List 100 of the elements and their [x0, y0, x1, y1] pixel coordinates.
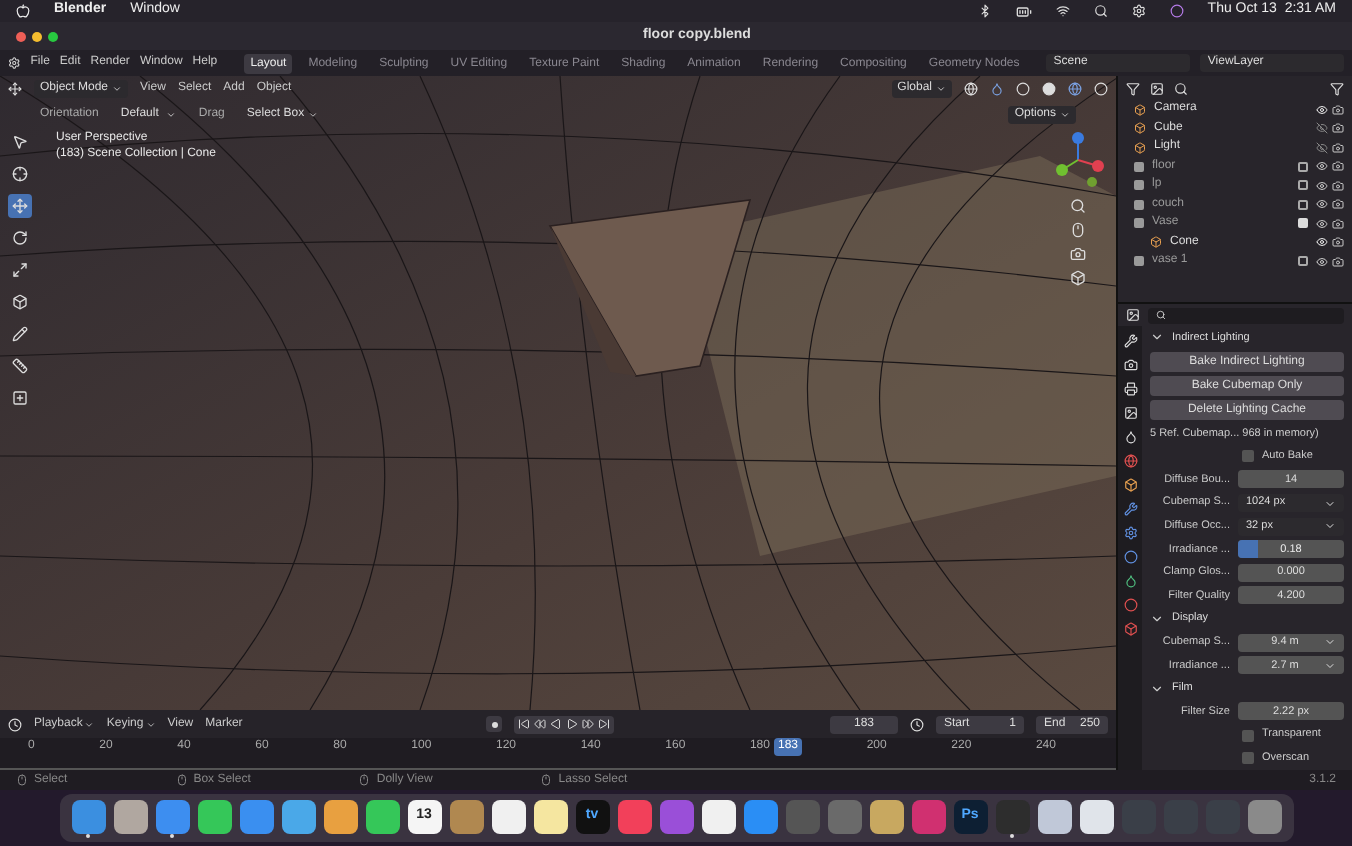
- constraint-tab-icon[interactable]: [1123, 550, 1137, 564]
- output-tab-icon[interactable]: [1123, 382, 1137, 396]
- camera-view-icon[interactable]: [1070, 246, 1086, 262]
- camera-icon[interactable]: [1332, 103, 1344, 116]
- dock-app-icon[interactable]: [701, 799, 735, 833]
- camera-icon[interactable]: [1332, 160, 1344, 173]
- mouse-icon: [540, 774, 553, 786]
- eye-icon[interactable]: [1316, 255, 1328, 268]
- tool-button[interactable]: [8, 130, 32, 154]
- object-tab-icon[interactable]: [1123, 478, 1137, 492]
- search-field[interactable]: [1148, 307, 1344, 323]
- checkbox[interactable]: [1242, 752, 1254, 765]
- camera-icon[interactable]: [1332, 179, 1344, 192]
- play-icon[interactable]: [566, 718, 579, 730]
- eye-icon[interactable]: [1316, 179, 1328, 192]
- siri-icon[interactable]: [1169, 4, 1184, 18]
- close-button[interactable]: [16, 31, 26, 41]
- chevron-icon[interactable]: [1150, 330, 1164, 345]
- camera-icon[interactable]: [1332, 236, 1344, 249]
- search-icon[interactable]: [1174, 81, 1188, 95]
- wifi-icon[interactable]: [1055, 4, 1070, 18]
- tool-button[interactable]: [8, 322, 32, 346]
- data-tab-icon[interactable]: [1123, 574, 1137, 588]
- rendered-shading-icon[interactable]: [1094, 82, 1108, 96]
- tool-button[interactable]: [8, 194, 32, 218]
- wireframe-shading-icon[interactable]: [1016, 82, 1030, 96]
- camera-icon[interactable]: [1332, 122, 1344, 135]
- tool-button[interactable]: [8, 290, 32, 314]
- tool-button[interactable]: [8, 354, 32, 378]
- zoom-button[interactable]: [48, 31, 58, 41]
- zoom-icon[interactable]: [1070, 198, 1086, 214]
- dock-app-icon[interactable]: [869, 799, 903, 833]
- checkbox[interactable]: [1298, 161, 1308, 172]
- jump-start-icon[interactable]: [518, 718, 531, 730]
- editor-type-icon[interactable]: [8, 717, 22, 731]
- dock-app-icon[interactable]: [533, 799, 567, 833]
- checkbox[interactable]: [1298, 180, 1308, 191]
- dock-app-icon[interactable]: [365, 799, 399, 833]
- dock-app-icon[interactable]: [323, 799, 357, 833]
- dock-app-icon[interactable]: [197, 799, 231, 833]
- material-shading-icon[interactable]: [1068, 82, 1082, 96]
- mouse-icon: [16, 774, 28, 786]
- previous-keyframe-icon[interactable]: [534, 718, 547, 730]
- editor-type-icon[interactable]: [1126, 308, 1140, 322]
- editor-type-icon[interactable]: [8, 82, 22, 96]
- tool-button[interactable]: [8, 226, 32, 250]
- solid-shading-icon[interactable]: [1042, 82, 1056, 96]
- render-tab-icon[interactable]: [1123, 358, 1137, 372]
- play-reverse-icon[interactable]: [550, 718, 563, 730]
- camera-icon[interactable]: [1332, 198, 1344, 211]
- texture-tab-icon[interactable]: [1123, 622, 1137, 636]
- tool-button[interactable]: [8, 386, 32, 410]
- caret-icon: [936, 84, 946, 94]
- eye-icon[interactable]: [1316, 217, 1328, 230]
- checkbox[interactable]: [1298, 256, 1308, 267]
- tool-button[interactable]: [8, 162, 32, 186]
- battery-icon[interactable]: [1015, 3, 1032, 19]
- dock-app-icon[interactable]: [281, 799, 315, 833]
- hidden-eye-icon[interactable]: [1316, 141, 1328, 154]
- camera-icon[interactable]: [1332, 255, 1344, 268]
- apple-icon[interactable]: [16, 4, 30, 18]
- checkbox[interactable]: [1298, 199, 1308, 210]
- minimize-button[interactable]: [32, 31, 42, 41]
- object-icon: [1150, 236, 1162, 249]
- eye-icon[interactable]: [1316, 198, 1328, 211]
- scene-tab-icon[interactable]: [1123, 430, 1137, 444]
- caret-icon: [145, 719, 156, 729]
- tool-button[interactable]: [8, 258, 32, 282]
- search-icon[interactable]: [1093, 4, 1108, 18]
- chevron-icon[interactable]: [1150, 681, 1164, 696]
- dock-app-icon[interactable]: [1079, 799, 1113, 833]
- bluetooth-icon[interactable]: [977, 4, 992, 18]
- next-keyframe-icon[interactable]: [582, 718, 595, 730]
- collection-icon: [1134, 256, 1144, 267]
- modifier-tab-icon[interactable]: [1123, 502, 1137, 516]
- eye-icon[interactable]: [1316, 160, 1328, 173]
- xray-icon[interactable]: [990, 82, 1004, 96]
- chevron-icon[interactable]: [1150, 612, 1164, 627]
- filter-icon[interactable]: [1330, 81, 1344, 95]
- stopwatch-icon[interactable]: [910, 717, 924, 731]
- checkbox[interactable]: [1242, 450, 1254, 463]
- dock-app-icon[interactable]: [491, 799, 525, 833]
- caret-icon: [166, 109, 177, 119]
- dock-app-icon[interactable]: [1037, 799, 1071, 833]
- tool-tab-icon[interactable]: [1123, 334, 1137, 348]
- material-tab-icon[interactable]: [1123, 598, 1137, 612]
- record-button[interactable]: [486, 716, 503, 732]
- checkbox[interactable]: [1242, 729, 1254, 742]
- camera-icon[interactable]: [1332, 217, 1344, 230]
- checkbox[interactable]: [1298, 218, 1308, 229]
- overlay-icon[interactable]: [964, 82, 978, 96]
- camera-icon[interactable]: [1332, 141, 1344, 154]
- dock-app-icon[interactable]: [113, 799, 147, 833]
- caret-icon: [112, 84, 123, 94]
- world-tab-icon[interactable]: [1123, 454, 1137, 468]
- mouse-icon: [358, 774, 371, 786]
- jump-end-icon[interactable]: [598, 718, 611, 730]
- view-layer-tab-icon[interactable]: [1123, 406, 1137, 420]
- hidden-eye-icon[interactable]: [1316, 122, 1328, 135]
- caret-icon: [84, 719, 95, 729]
